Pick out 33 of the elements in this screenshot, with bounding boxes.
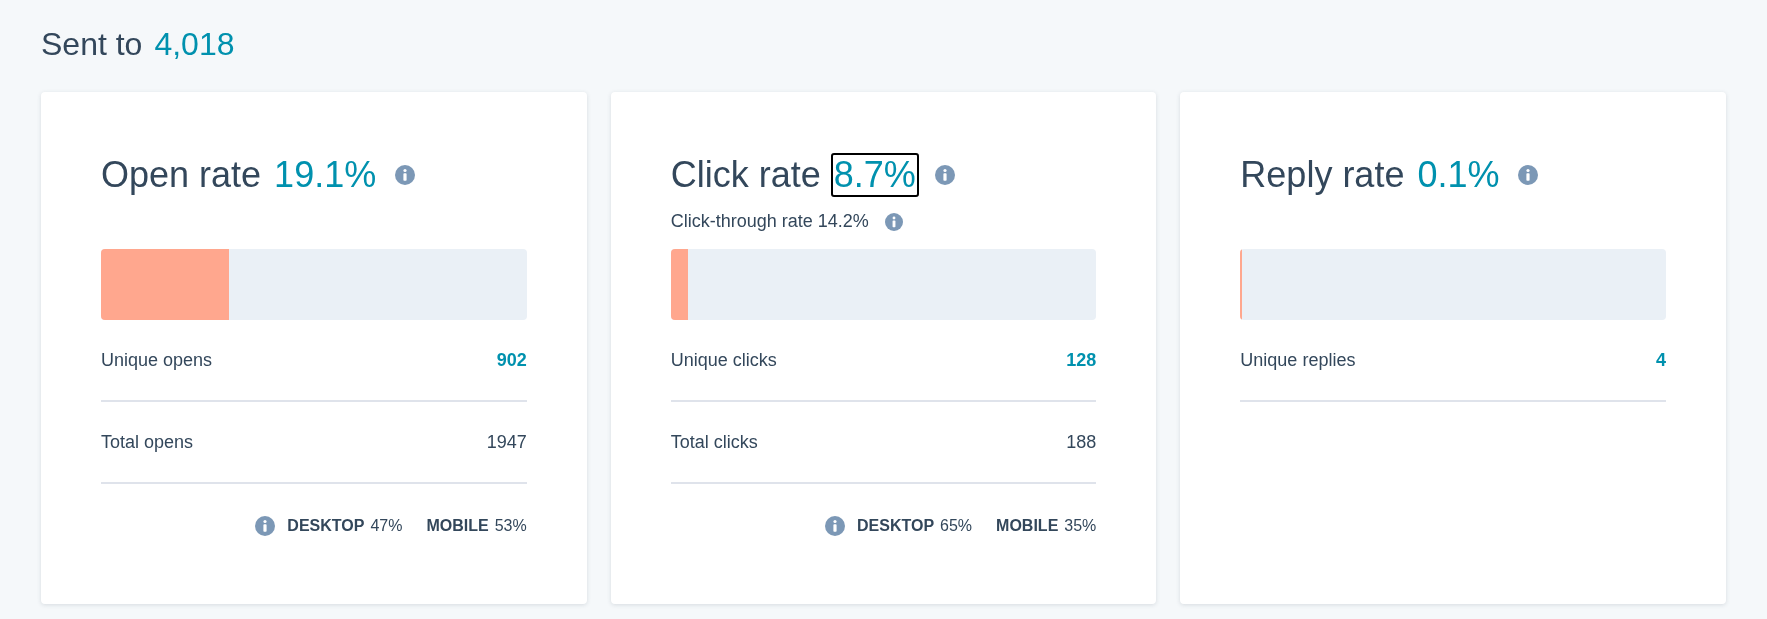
stat-value: 902 xyxy=(496,348,527,372)
device-label: DESKTOP xyxy=(857,516,935,536)
stat-label: Unique opens xyxy=(101,348,213,372)
metric-rate[interactable]: 0.1% xyxy=(1414,153,1503,197)
stat-value: 188 xyxy=(1066,430,1097,454)
stat-value: 1947 xyxy=(486,430,527,454)
info-icon[interactable] xyxy=(884,212,903,231)
info-icon[interactable] xyxy=(255,516,276,536)
info-icon[interactable] xyxy=(395,165,416,185)
stat-label: Unique clicks xyxy=(670,348,777,372)
click-through-rate: Click-through rate 14.2% xyxy=(670,210,869,233)
stat-value: 128 xyxy=(1066,348,1097,372)
metric-title: Open rate xyxy=(101,157,262,193)
stat-label: Unique replies xyxy=(1240,348,1356,372)
metric-title: Reply rate xyxy=(1240,157,1405,193)
metric-rate[interactable]: 19.1% xyxy=(271,153,380,197)
device-share: 47% xyxy=(370,516,403,536)
device-label: DESKTOP xyxy=(287,516,365,536)
device-label: MOBILE xyxy=(996,516,1059,536)
info-icon[interactable] xyxy=(825,516,845,536)
device-label: MOBILE xyxy=(426,516,489,536)
stat-label: Total opens xyxy=(101,430,194,454)
stat-label: Total clicks xyxy=(670,430,758,454)
device-share: 53% xyxy=(494,516,527,536)
sent-label: Sent to xyxy=(41,25,143,64)
info-icon[interactable] xyxy=(934,165,955,185)
info-icon[interactable] xyxy=(1518,165,1539,185)
metric-title: Click rate xyxy=(670,157,821,193)
metric-rate[interactable]: 8.7% xyxy=(830,153,919,197)
device-share: 35% xyxy=(1064,516,1097,536)
device-share: 65% xyxy=(940,516,973,536)
sent-count: 4,018 xyxy=(154,25,235,64)
stat-value: 4 xyxy=(1656,348,1666,372)
